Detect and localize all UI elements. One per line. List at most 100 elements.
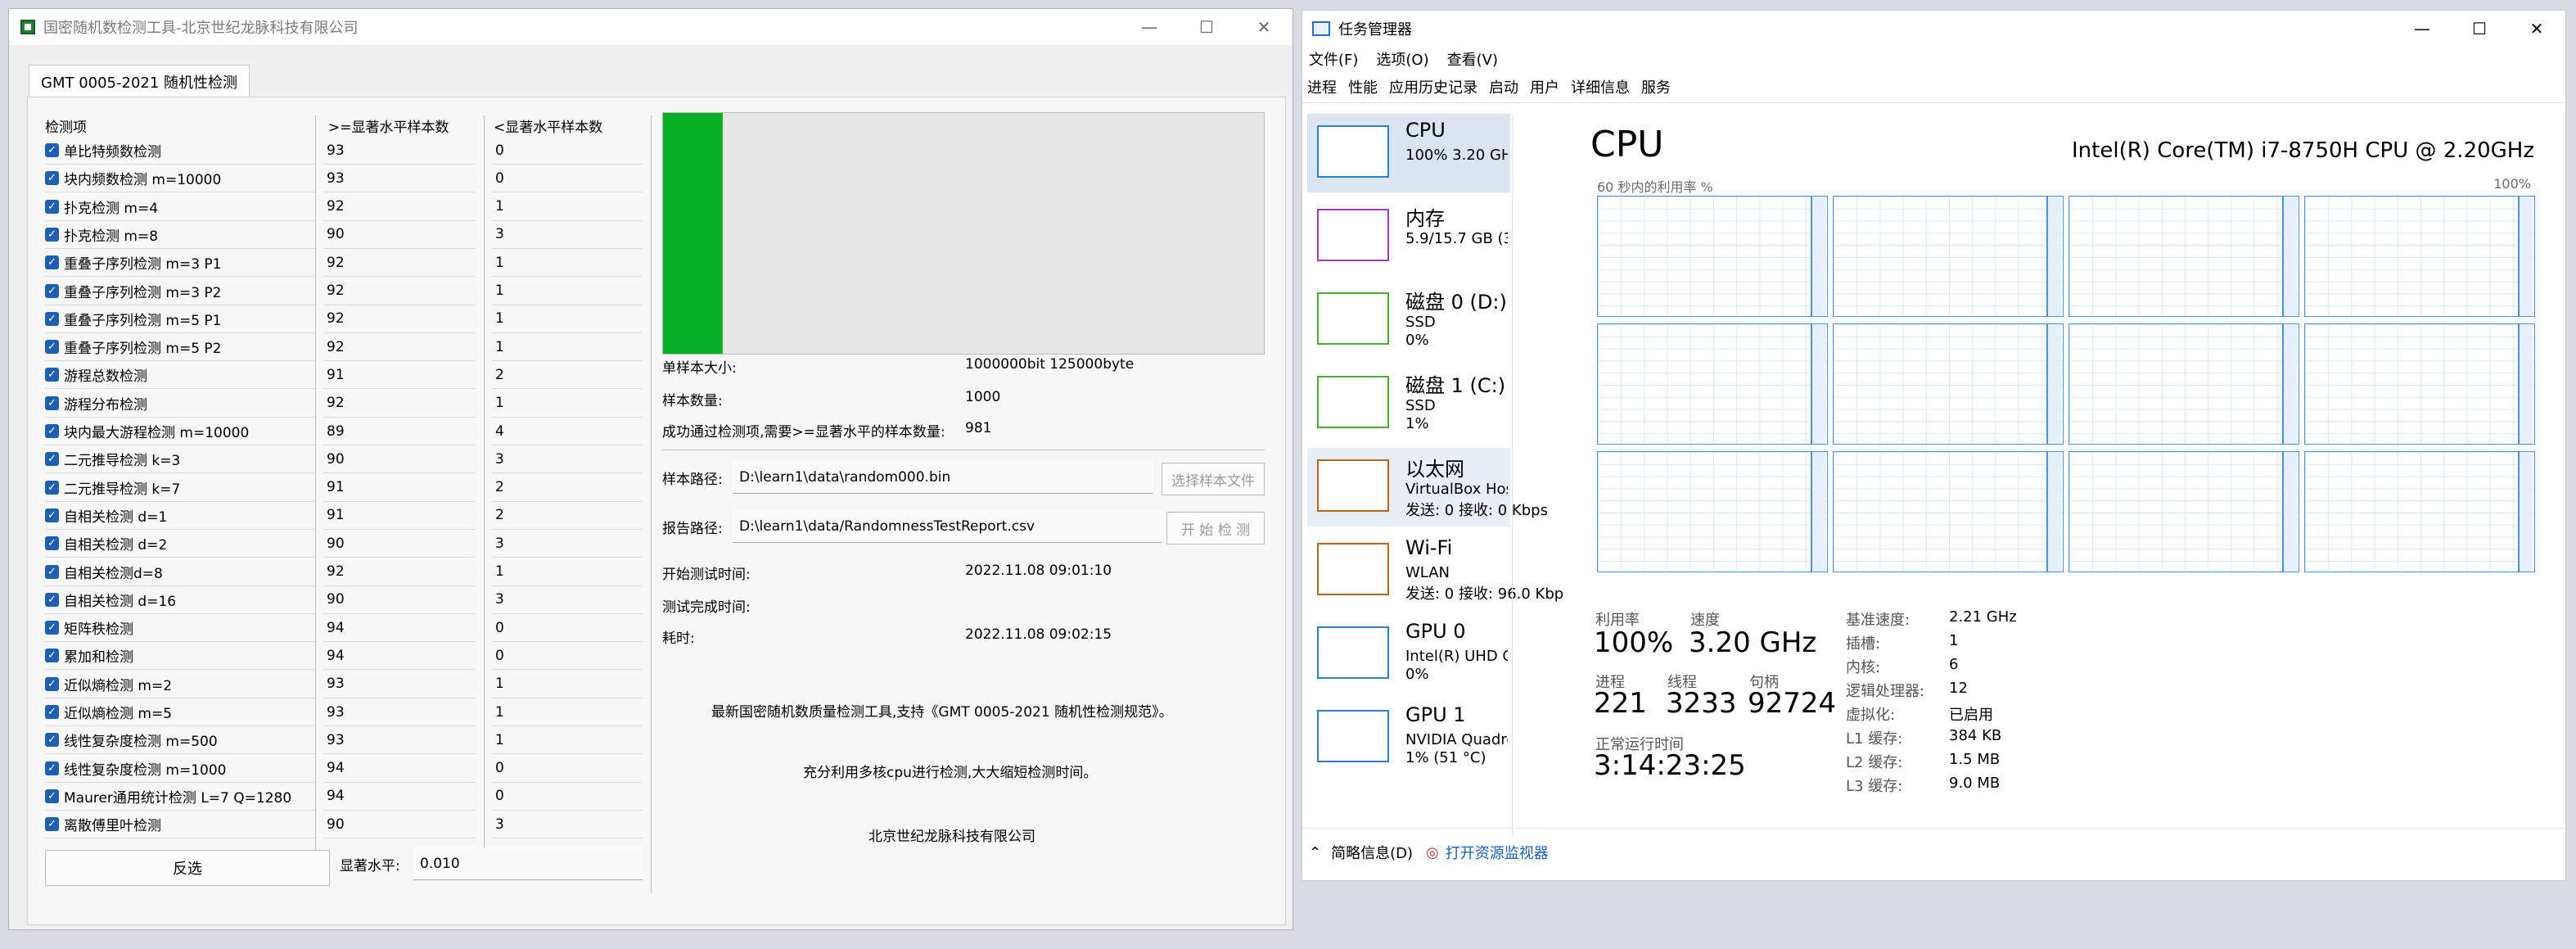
test-row[interactable]: ✓ 重叠子序列检测 m=3 P1 (45, 249, 315, 278)
checkbox-checked-icon[interactable]: ✓ (45, 592, 59, 607)
chevron-up-icon[interactable]: ⌃ (1309, 844, 1321, 861)
resource-item[interactable]: 以太网VirtualBox Host-Onl... 发送: 0 接收: 0 Kbp… (1307, 448, 1548, 526)
minimize-icon[interactable]: — (2393, 11, 2451, 47)
test-row[interactable]: ✓ 重叠子序列检测 m=5 P2 (45, 333, 315, 362)
task-manager-icon (1312, 21, 1330, 36)
checkbox-checked-icon[interactable]: ✓ (45, 311, 59, 326)
tab-startup[interactable]: 启动 (1489, 76, 1518, 97)
test-row[interactable]: ✓ 游程总数检测 (45, 361, 315, 390)
checkbox-checked-icon[interactable]: ✓ (45, 536, 59, 551)
checkbox-checked-icon[interactable]: ✓ (45, 283, 59, 298)
resource-item[interactable]: 磁盘 0 (D:) SSD 0% (1307, 281, 1510, 359)
test-name: 线性复杂度检测 m=500 (64, 734, 218, 751)
checkbox-checked-icon[interactable]: ✓ (45, 480, 59, 495)
checkbox-checked-icon[interactable]: ✓ (45, 508, 59, 522)
test-row[interactable]: ✓ 扑克检测 m=8 (45, 221, 315, 249)
ge-count: 92 (323, 333, 476, 362)
checkbox-checked-icon[interactable]: ✓ (45, 340, 59, 355)
fewer-details-button[interactable]: 简略信息(D) (1331, 842, 1413, 863)
random-test-window: 国密随机数检测工具-北京世纪龙脉科技有限公司 — ☐ ✕ GMT 0005-20… (8, 8, 1293, 930)
checkbox-checked-icon[interactable]: ✓ (45, 368, 59, 382)
core-usage-bar (2046, 452, 2061, 572)
test-row[interactable]: ✓ 线性复杂度检测 m=1000 (45, 755, 315, 783)
checkbox-checked-icon[interactable]: ✓ (45, 676, 59, 691)
resource-item[interactable]: GPU 1 NVIDIA Quadro P10...1% (51 °C) (1307, 698, 1510, 777)
resource-item[interactable]: 内存5.9/15.7 GB (38%) (1307, 197, 1510, 276)
test-row[interactable]: ✓ 近似熵检测 m=5 (45, 698, 315, 726)
graph-caption: 60 秒内的利用率 % (1597, 179, 1713, 195)
test-row[interactable]: ✓ 离散傅里叶检测 (45, 811, 315, 839)
tab-processes[interactable]: 进程 (1307, 76, 1337, 97)
test-row[interactable]: ✓ 累加和检测 (45, 642, 315, 671)
checkbox-checked-icon[interactable]: ✓ (45, 817, 59, 832)
test-row[interactable]: ✓ Maurer通用统计检测 L=7 Q=1280 (45, 783, 315, 811)
lt-count: 0 (492, 165, 643, 193)
close-icon[interactable]: ✕ (2508, 11, 2565, 47)
test-name: 游程总数检测 (64, 368, 147, 386)
tab-services[interactable]: 服务 (1641, 76, 1671, 97)
resource-detail: WLAN (1405, 564, 1450, 581)
close-icon[interactable]: ✕ (1235, 9, 1293, 45)
test-row[interactable]: ✓ 重叠子序列检测 m=3 P2 (45, 278, 315, 305)
test-row[interactable]: ✓ 二元推导检测 k=3 (45, 445, 315, 474)
tab-performance[interactable]: 性能 (1348, 76, 1378, 97)
open-resource-monitor-link[interactable]: 打开资源监视器 (1446, 842, 1549, 863)
checkbox-checked-icon[interactable]: ✓ (45, 227, 59, 242)
checkbox-checked-icon[interactable]: ✓ (45, 733, 59, 748)
checkbox-checked-icon[interactable]: ✓ (45, 171, 59, 186)
start-test-button[interactable]: 开 始 检 测 (1166, 512, 1265, 545)
significance-input[interactable]: 0.010 (413, 847, 643, 880)
test-row[interactable]: ✓ 单比特频数检测 (45, 137, 315, 165)
resource-item[interactable]: 磁盘 1 (C:) SSD 1% (1307, 364, 1510, 443)
test-row[interactable]: ✓ 重叠子序列检测 m=5 P1 (45, 305, 315, 333)
checkbox-checked-icon[interactable]: ✓ (45, 199, 59, 214)
checkbox-checked-icon[interactable]: ✓ (45, 452, 59, 467)
tab-gmt-test[interactable]: GMT 0005-2021 随机性检测 (29, 65, 250, 97)
checkbox-checked-icon[interactable]: ✓ (45, 564, 59, 579)
invert-selection-button[interactable]: 反选 (45, 850, 330, 886)
column-divider[interactable] (484, 115, 485, 852)
menu-options[interactable]: 选项(O) (1376, 48, 1428, 70)
test-row[interactable]: ✓ 游程分布检测 (45, 390, 315, 418)
checkbox-checked-icon[interactable]: ✓ (45, 424, 59, 438)
test-row[interactable]: ✓ 矩阵秩检测 (45, 614, 315, 643)
test-row[interactable]: ✓ 自相关检测 d=16 (45, 586, 315, 614)
report-path-input[interactable]: D:\learn1\data/RandomnessTestReport.csv (733, 510, 1162, 543)
title-bar: 任务管理器 — ☐ ✕ (1302, 11, 2565, 47)
resource-item[interactable]: Wi-Fi WLAN 发送: 0 接收: 96.0 Kbp (1307, 531, 1563, 610)
lt-count: 0 (492, 783, 643, 811)
checkbox-checked-icon[interactable]: ✓ (45, 255, 59, 270)
maximize-icon[interactable]: ☐ (1178, 9, 1235, 45)
checkbox-checked-icon[interactable]: ✓ (45, 648, 59, 663)
tab-app-history[interactable]: 应用历史记录 (1389, 76, 1477, 97)
tab-users[interactable]: 用户 (1530, 76, 1559, 97)
resource-item[interactable]: GPU 0 Intel(R) UHD Graphi...0% (1307, 615, 1510, 694)
checkbox-checked-icon[interactable]: ✓ (45, 143, 59, 157)
checkbox-checked-icon[interactable]: ✓ (45, 395, 59, 410)
test-row[interactable]: ✓ 自相关检测 d=2 (45, 530, 315, 558)
tab-details[interactable]: 详细信息 (1571, 76, 1630, 97)
minimize-icon[interactable]: — (1121, 9, 1178, 45)
menu-view[interactable]: 查看(V) (1447, 48, 1498, 70)
test-row[interactable]: ✓ 近似熵检测 m=2 (45, 671, 315, 698)
column-divider[interactable] (315, 115, 316, 852)
checkbox-checked-icon[interactable]: ✓ (45, 761, 59, 775)
test-row[interactable]: ✓ 二元推导检测 k=7 (45, 474, 315, 502)
test-row[interactable]: ✓ 线性复杂度检测 m=500 (45, 726, 315, 755)
checkbox-checked-icon[interactable]: ✓ (45, 789, 59, 803)
checkbox-checked-icon[interactable]: ✓ (45, 621, 59, 635)
task-manager-window: 任务管理器 — ☐ ✕ 文件(F) 选项(O) 查看(V) 进程 性能 应用历史… (1302, 10, 2566, 881)
resource-item[interactable]: CPU 100% 3.20 GHz (1307, 114, 1510, 192)
test-row[interactable]: ✓ 自相关检测 d=1 (45, 502, 315, 530)
tab-bar: 进程 性能 应用历史记录 启动 用户 详细信息 服务 (1307, 76, 1682, 97)
menu-file[interactable]: 文件(F) (1309, 48, 1358, 70)
test-row[interactable]: ✓ 块内频数检测 m=10000 (45, 165, 315, 193)
test-row[interactable]: ✓ 自相关检测d=8 (45, 558, 315, 586)
choose-sample-button[interactable]: 选择样本文件 (1162, 463, 1265, 495)
sample-path-input[interactable]: D:\learn1\data\random000.bin (733, 461, 1153, 494)
test-row[interactable]: ✓ 扑克检测 m=4 (45, 193, 315, 221)
maximize-icon[interactable]: ☐ (2451, 11, 2508, 47)
checkbox-checked-icon[interactable]: ✓ (45, 705, 59, 719)
test-row[interactable]: ✓ 块内最大游程检测 m=10000 (45, 418, 315, 445)
ge-count: 92 (323, 278, 476, 305)
